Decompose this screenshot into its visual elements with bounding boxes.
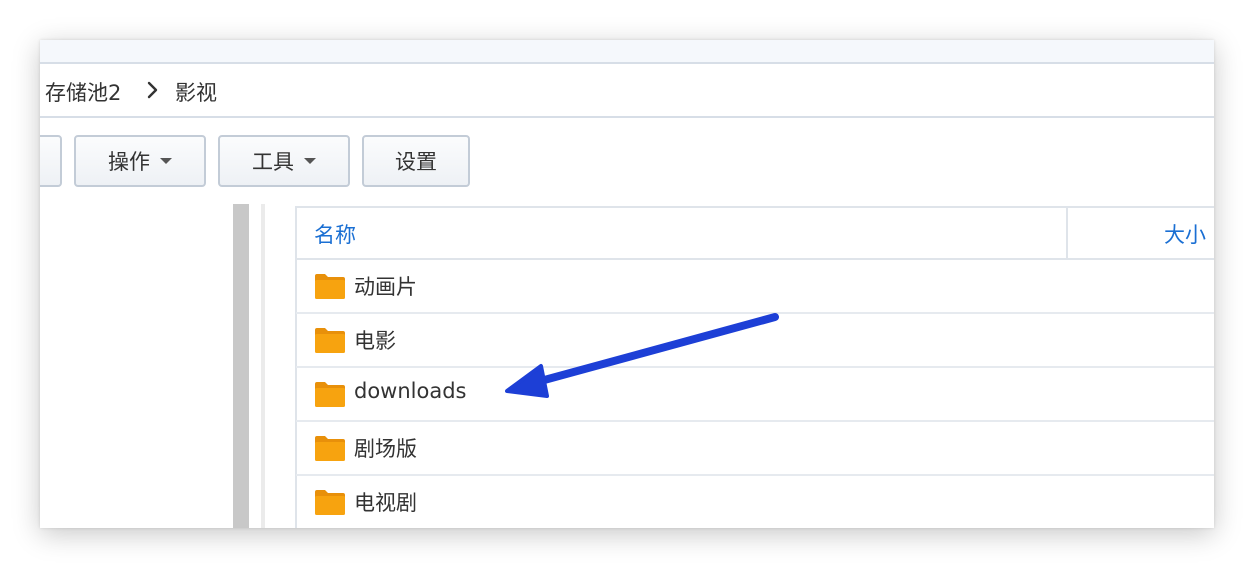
file-name: 电视剧 [354, 491, 417, 515]
file-row[interactable]: 电视剧 [296, 476, 1214, 528]
tools-button[interactable]: 工具 [218, 135, 350, 187]
file-list-header: 名称 大小 [296, 206, 1214, 260]
file-row[interactable]: downloads [296, 368, 1214, 422]
file-name: downloads [354, 379, 467, 403]
caret-down-icon [304, 158, 316, 164]
breadcrumb: 存储池2 影视 [40, 64, 1214, 118]
actions-button-label: 操作 [108, 150, 150, 174]
toolbar-button-partial[interactable] [40, 135, 62, 187]
breadcrumb-item-current[interactable]: 影视 [175, 77, 217, 107]
pane-scrollbar[interactable] [233, 204, 249, 528]
file-name: 电影 [354, 329, 396, 353]
folder-icon [315, 490, 345, 515]
folder-tree-pane [40, 204, 233, 528]
breadcrumb-item-pool[interactable]: 存储池2 [45, 77, 121, 107]
caret-down-icon [160, 158, 172, 164]
column-header-name[interactable]: 名称 [314, 219, 356, 249]
folder-icon [315, 382, 345, 407]
settings-button-label: 设置 [395, 150, 437, 174]
file-row[interactable]: 剧场版 [296, 422, 1214, 476]
file-station-window: 存储池2 影视 操作 工具 设置 名称 大小 动画片 电影 downloads … [40, 40, 1214, 528]
actions-button[interactable]: 操作 [74, 135, 206, 187]
chevron-right-icon [147, 81, 158, 99]
file-name: 剧场版 [354, 437, 417, 461]
column-header-size[interactable]: 大小 [1164, 219, 1206, 249]
toolbar: 操作 工具 设置 [40, 118, 1214, 202]
file-row[interactable]: 电影 [296, 314, 1214, 368]
file-name: 动画片 [354, 275, 417, 299]
folder-icon [315, 328, 345, 353]
settings-button[interactable]: 设置 [362, 135, 470, 187]
column-divider[interactable] [1066, 208, 1068, 260]
folder-icon [315, 436, 345, 461]
window-top-strip [40, 40, 1214, 64]
file-row[interactable]: 动画片 [296, 260, 1214, 314]
tools-button-label: 工具 [252, 150, 294, 174]
folder-icon [315, 274, 345, 299]
